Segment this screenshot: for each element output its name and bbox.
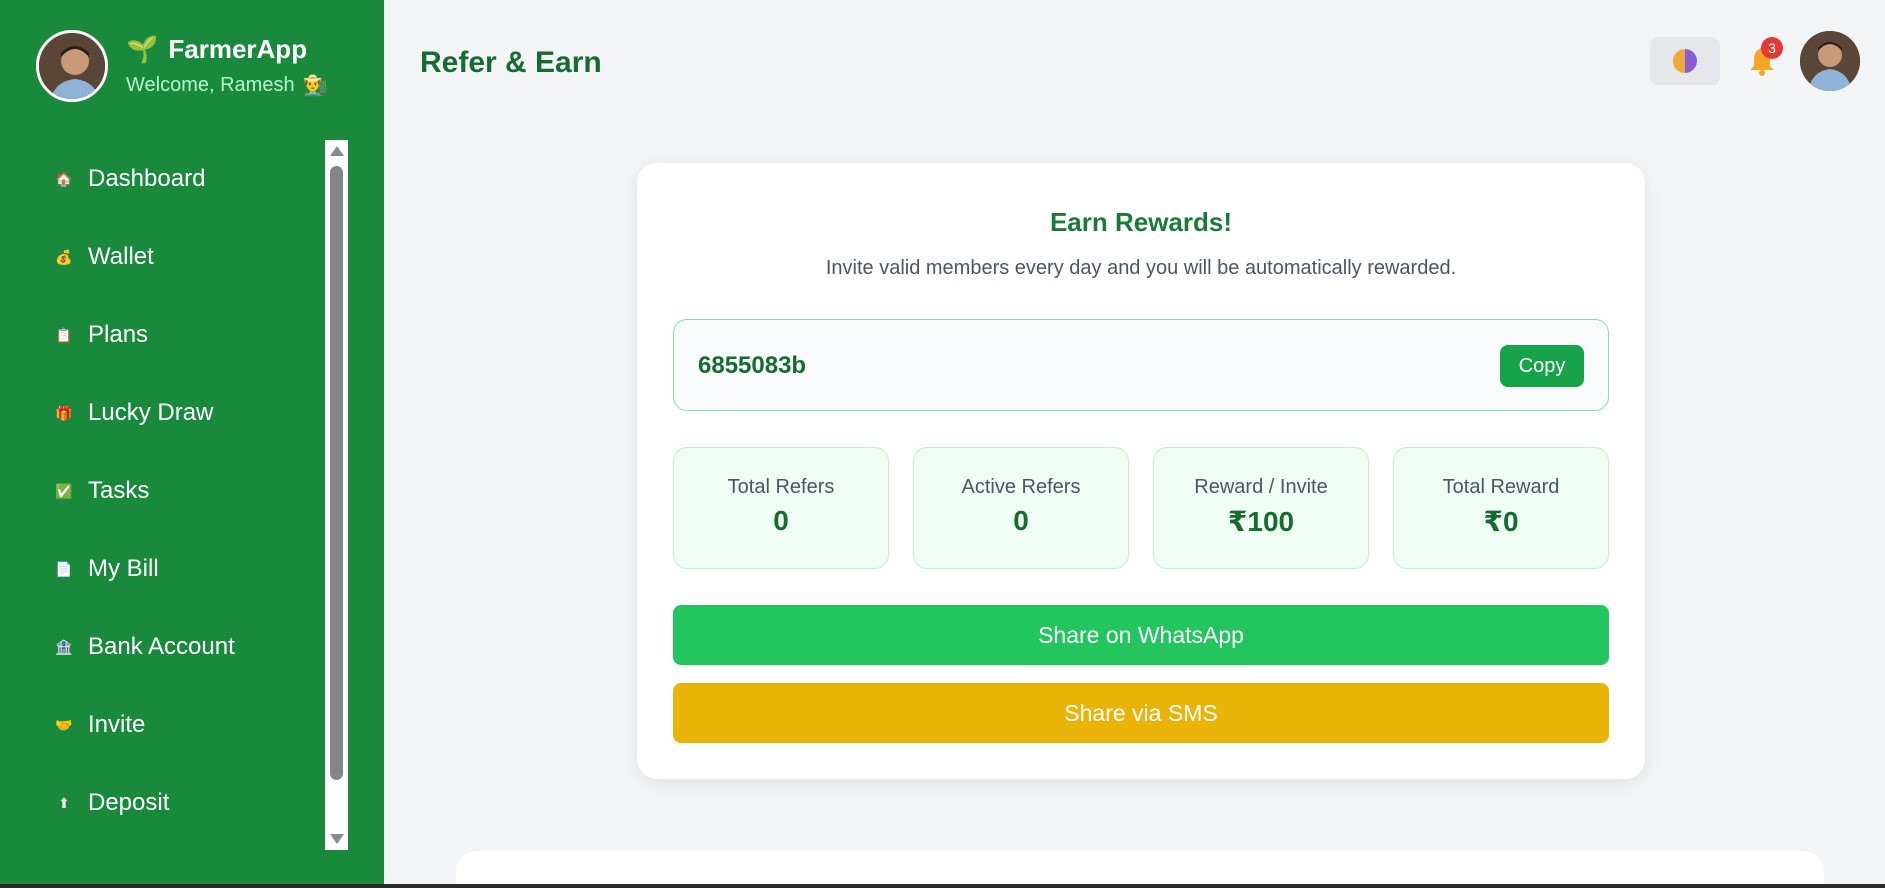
stat-label: Total Reward (1442, 476, 1560, 498)
sidebar-item-wallet[interactable]: 💰 Wallet (0, 218, 322, 296)
sidebar-item-label: Invite (88, 711, 146, 738)
sidebar-item-label: Dashboard (88, 165, 206, 192)
sidebar-item-label: Lucky Draw (88, 399, 214, 426)
welcome-text: Welcome, Ramesh 👨‍🌾 (126, 73, 327, 98)
profile-avatar[interactable] (1800, 31, 1860, 91)
home-icon: 🏠 (55, 170, 73, 187)
sidebar-item-label: My Bill (88, 555, 159, 582)
welcome-label: Welcome, Ramesh (126, 74, 295, 96)
farmer-icon: 👨‍🌾 (302, 75, 328, 97)
stat-total-refers: Total Refers 0 (673, 447, 889, 569)
sidebar-item-label: Deposit (88, 789, 170, 816)
checkbox-icon: ✅ (55, 482, 73, 499)
scroll-down-arrow-icon[interactable] (330, 834, 344, 844)
notification-badge: 3 (1761, 37, 1783, 59)
bank-icon: 🏦 (55, 638, 73, 655)
sidebar-item-my-bill[interactable]: 📄 My Bill (0, 530, 322, 608)
stat-value: 0 (773, 505, 789, 536)
up-arrow-icon: ⬆ (58, 794, 70, 811)
handshake-icon: 🤝 (55, 716, 73, 733)
referral-code: 6855083b (698, 352, 807, 379)
sidebar-nav: 🏠 Dashboard 💰 Wallet 📋 Plans 🎁 Lucky Draw ✅ Tasks… (0, 140, 322, 850)
sidebar-item-plans[interactable]: 📋 Plans (0, 296, 322, 374)
referral-code-box: 6855083b Copy (673, 319, 1609, 411)
sidebar-item-label: Bank Account (88, 633, 235, 660)
scroll-up-arrow-icon[interactable] (330, 146, 344, 156)
stat-value: 0 (1013, 505, 1029, 536)
stat-label: Reward / Invite (1194, 476, 1328, 498)
stat-label: Active Refers (961, 476, 1081, 498)
sidebar-item-tasks[interactable]: ✅ Tasks (0, 452, 322, 530)
sidebar-item-invite[interactable]: 🤝 Invite (0, 686, 322, 764)
stat-reward-per-invite: Reward / Invite ₹100 (1153, 447, 1369, 569)
bottom-strip (0, 884, 1885, 888)
refer-card: Earn Rewards! Invite valid members every… (637, 163, 1645, 779)
clipboard-icon: 📋 (55, 326, 73, 343)
secondary-card (456, 851, 1824, 888)
sidebar-item-lucky-draw[interactable]: 🎁 Lucky Draw (0, 374, 322, 452)
stat-active-refers: Active Refers 0 (913, 447, 1129, 569)
seedling-icon: 🌱 (126, 34, 159, 64)
stat-label: Total Refers (727, 476, 835, 498)
stat-value: ₹100 (1227, 506, 1295, 537)
money-bag-icon: 💰 (55, 248, 73, 265)
stats-row: Total Refers 0 Active Refers 0 Reward / … (673, 447, 1609, 569)
sidebar-item-label: Tasks (88, 477, 150, 504)
stat-total-reward: Total Reward ₹0 (1393, 447, 1609, 569)
share-whatsapp-button[interactable]: Share on WhatsApp (673, 605, 1609, 665)
brand-text: 🌱 FarmerApp Welcome, Ramesh 👨‍🌾 (126, 34, 327, 98)
page-title: Refer & Earn (420, 46, 602, 79)
app-name: FarmerApp (168, 34, 308, 64)
avatar[interactable] (36, 30, 108, 102)
app-title: 🌱 FarmerApp (126, 34, 327, 65)
gift-icon: 🎁 (55, 404, 73, 421)
theme-icon (1673, 49, 1697, 73)
sidebar-item-deposit[interactable]: ⬆ Deposit (0, 764, 322, 842)
brand: 🌱 FarmerApp Welcome, Ramesh 👨‍🌾 (36, 30, 327, 102)
card-title: Earn Rewards! (1049, 207, 1233, 237)
sidebar: 🌱 FarmerApp Welcome, Ramesh 👨‍🌾 🏠 Dashboa… (0, 0, 384, 888)
theme-toggle-button[interactable] (1650, 37, 1720, 85)
sidebar-item-label: Wallet (88, 243, 154, 270)
stat-value: ₹0 (1483, 506, 1519, 537)
share-sms-button[interactable]: Share via SMS (673, 683, 1609, 743)
sidebar-item-bank-account[interactable]: 🏦 Bank Account (0, 608, 322, 686)
copy-button[interactable]: Copy (1500, 345, 1584, 387)
scroll-thumb[interactable] (330, 166, 343, 780)
card-subtitle: Invite valid members every day and you w… (825, 257, 1457, 279)
sidebar-item-dashboard[interactable]: 🏠 Dashboard (0, 140, 322, 218)
sidebar-scrollbar[interactable] (325, 140, 348, 850)
document-icon: 📄 (55, 560, 73, 577)
sidebar-item-label: Plans (88, 321, 149, 348)
